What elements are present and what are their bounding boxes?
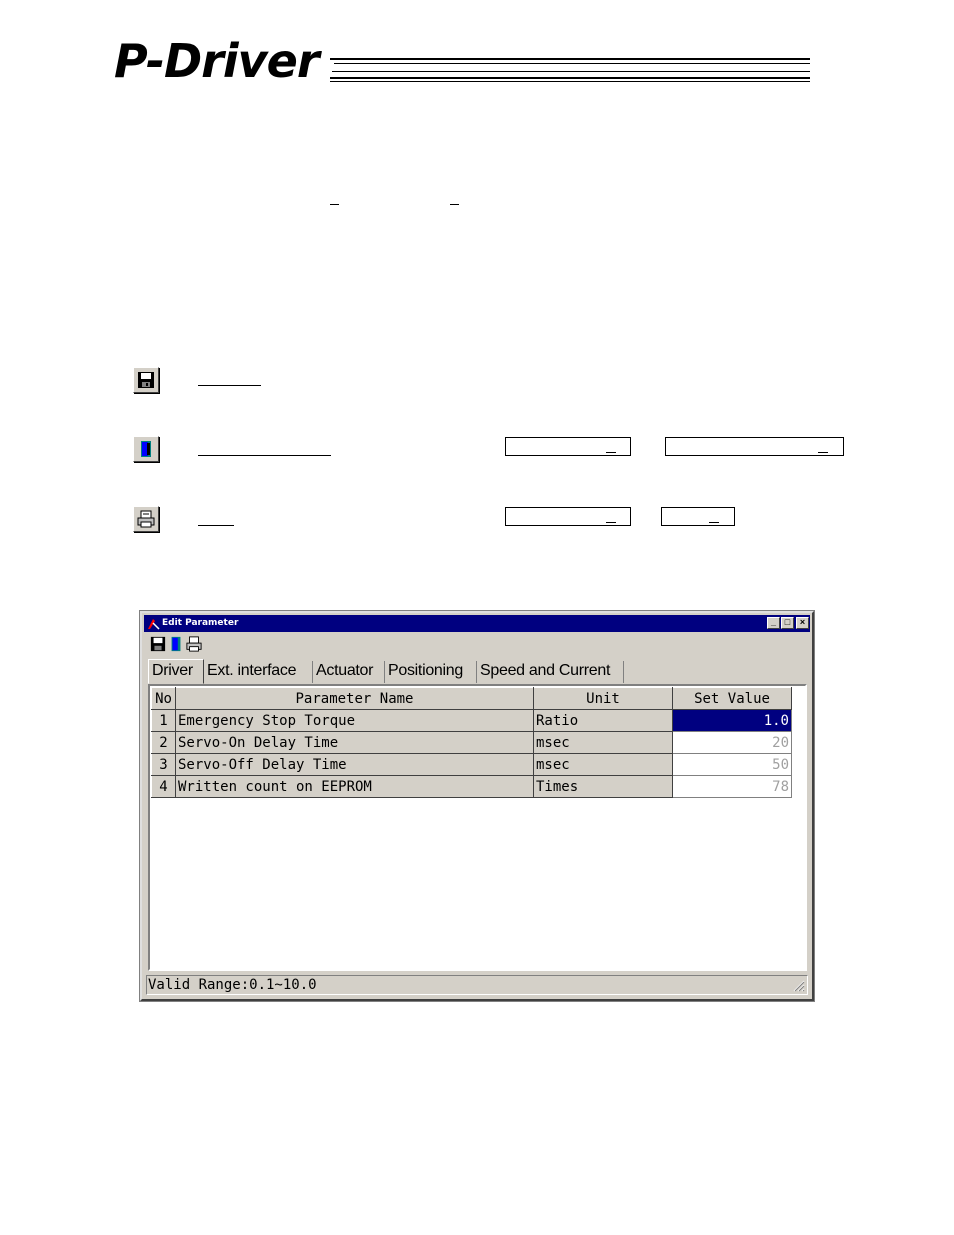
transfer-field-b [665, 437, 844, 456]
title-bar[interactable]: Edit Parameter _ □ × [144, 615, 810, 632]
save-icon [150, 636, 166, 652]
save-icon [133, 367, 159, 393]
maximize-button[interactable]: □ [781, 617, 794, 629]
tab-driver[interactable]: Driver [148, 659, 204, 684]
status-bar: Valid Range:0.1~10.0 [146, 975, 808, 995]
row-number: 1 [151, 709, 176, 732]
transfer-button[interactable] [168, 636, 186, 654]
print-field-b [661, 507, 735, 526]
parameter-name: Servo-Off Delay Time [175, 753, 534, 776]
column-header-no[interactable]: No [151, 687, 176, 710]
table-header-row: No Parameter Name Unit Set Value [151, 687, 792, 710]
row-number: 3 [151, 753, 176, 776]
set-value-cell[interactable]: 78 [672, 775, 792, 798]
parameter-grid[interactable]: No Parameter Name Unit Set Value 1 Emerg… [148, 684, 807, 971]
close-button[interactable]: × [796, 617, 809, 629]
print-field-a [505, 507, 631, 526]
transfer-icon [133, 436, 159, 462]
row-number: 2 [151, 731, 176, 754]
product-logo: P-Driver [114, 34, 320, 88]
app-icon [148, 619, 160, 630]
text-mark [450, 204, 459, 205]
parameter-name: Written count on EEPROM [175, 775, 534, 798]
parameter-unit: msec [533, 731, 673, 754]
column-header-unit[interactable]: Unit [533, 687, 673, 710]
parameter-name: Emergency Stop Torque [175, 709, 534, 732]
table-row[interactable]: 4 Written count on EEPROM Times 78 [151, 775, 792, 798]
tab-positioning[interactable]: Positioning [385, 661, 477, 683]
table-row[interactable]: 2 Servo-On Delay Time msec 20 [151, 731, 792, 754]
print-label-line [198, 525, 234, 526]
print-icon [186, 636, 202, 652]
save-label-line [198, 385, 261, 386]
tab-ext-interface[interactable]: Ext. interface [204, 661, 313, 683]
transfer-icon [171, 636, 181, 652]
set-value-cell[interactable]: 20 [672, 731, 792, 754]
set-value-cell[interactable]: 50 [672, 753, 792, 776]
print-button[interactable] [186, 636, 204, 654]
print-icon [133, 506, 159, 532]
row-number: 4 [151, 775, 176, 798]
tab-actuator[interactable]: Actuator [313, 661, 385, 683]
table-row[interactable]: 1 Emergency Stop Torque Ratio 1.0 [151, 709, 792, 732]
set-value-cell[interactable]: 1.0 [672, 709, 792, 732]
parameter-table: No Parameter Name Unit Set Value 1 Emerg… [151, 687, 792, 798]
window-title: Edit Parameter [162, 618, 239, 628]
transfer-field-a [505, 437, 631, 456]
parameter-unit: Times [533, 775, 673, 798]
transfer-label-line [198, 455, 331, 456]
parameter-unit: msec [533, 753, 673, 776]
minimize-button[interactable]: _ [767, 617, 780, 629]
tab-speed-and-current[interactable]: Speed and Current [477, 661, 624, 683]
table-row[interactable]: 3 Servo-Off Delay Time msec 50 [151, 753, 792, 776]
column-header-parameter-name[interactable]: Parameter Name [175, 687, 534, 710]
edit-parameter-window: Edit Parameter _ □ × Driver Ext. interfa… [139, 610, 815, 1002]
parameter-unit: Ratio [533, 709, 673, 732]
parameter-name: Servo-On Delay Time [175, 731, 534, 754]
save-button[interactable] [150, 636, 168, 654]
column-header-set-value[interactable]: Set Value [672, 687, 792, 710]
resize-grip-icon[interactable] [793, 980, 805, 992]
text-mark [330, 204, 339, 205]
header-rule [330, 58, 810, 84]
valid-range-text: Valid Range:0.1~10.0 [148, 977, 317, 993]
